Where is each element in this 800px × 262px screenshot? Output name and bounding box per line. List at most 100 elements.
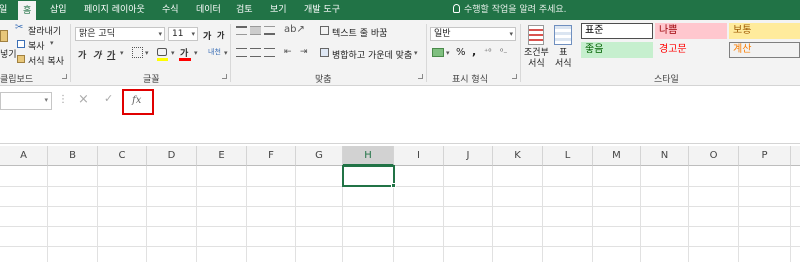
font-size-dropdown[interactable]: 11 ▾ (168, 27, 198, 41)
column-header-c[interactable]: C (98, 146, 147, 166)
active-cell[interactable] (342, 165, 396, 188)
chevron-down-icon[interactable]: ▾ (446, 49, 450, 57)
column-header-a[interactable]: A (0, 146, 48, 166)
conditional-formatting-icon[interactable] (528, 25, 544, 45)
underline-button[interactable]: 가 (107, 48, 115, 61)
percent-style-button[interactable]: % (456, 47, 466, 58)
format-as-table-icon[interactable] (554, 25, 572, 45)
font-launcher-icon[interactable] (222, 74, 227, 79)
style-normal[interactable]: 표준 (581, 23, 653, 39)
shrink-font-button[interactable]: 가 (217, 30, 224, 41)
column-header-h[interactable]: H (343, 146, 394, 166)
format-as-table-button[interactable]: 표 서식 (555, 48, 572, 70)
chevron-down-icon[interactable]: ▾ (145, 49, 149, 57)
tell-me-search[interactable]: 수행할 작업을 알려 주세요. (453, 0, 567, 20)
chevron-down-icon[interactable]: ▾ (171, 49, 175, 57)
borders-icon[interactable] (132, 47, 143, 58)
name-box[interactable]: ▾ (0, 92, 52, 110)
column-header-p[interactable]: P (739, 146, 791, 166)
style-calculation[interactable]: 계산 (729, 42, 800, 58)
align-middle-icon[interactable] (250, 26, 261, 35)
align-bottom-icon[interactable] (264, 26, 275, 35)
column-header-d[interactable]: D (147, 146, 197, 166)
column-gridline (738, 166, 739, 262)
column-header-e[interactable]: E (197, 146, 247, 166)
decrease-decimal-icon[interactable]: ⁰₋ (500, 47, 507, 56)
align-center-icon[interactable] (250, 48, 261, 57)
paste-icon[interactable] (0, 30, 8, 42)
column-header-m[interactable]: M (593, 146, 641, 166)
worksheet-grid[interactable]: A B C D E F G H I J K L M N O P (0, 146, 800, 262)
column-gridline (688, 166, 689, 262)
accounting-format-icon[interactable] (432, 48, 444, 57)
number-format-value: 일반 (434, 29, 451, 39)
align-right-icon[interactable] (264, 48, 275, 57)
formula-input[interactable] (158, 92, 800, 110)
tab-insert[interactable]: 삽입 (50, 0, 67, 20)
style-bad[interactable]: 나쁨 (655, 23, 727, 39)
tab-home[interactable]: 홈 (18, 1, 37, 20)
chevron-down-icon[interactable]: ▾ (50, 39, 54, 47)
alignment-launcher-icon[interactable] (418, 74, 423, 79)
conditional-formatting-button[interactable]: 조건부 서식 (524, 48, 549, 70)
comma-style-button[interactable]: , (472, 45, 476, 58)
chevron-down-icon[interactable]: ▾ (194, 49, 198, 57)
column-header-g[interactable]: G (296, 146, 343, 166)
fill-color-icon[interactable] (157, 48, 167, 56)
grow-font-button[interactable]: 가 (203, 29, 211, 42)
column-header-partial[interactable] (791, 146, 800, 166)
style-good[interactable]: 좋음 (581, 42, 653, 58)
align-left-icon[interactable] (236, 48, 247, 57)
column-header-b[interactable]: B (48, 146, 98, 166)
column-header-i[interactable]: I (394, 146, 444, 166)
chevron-down-icon[interactable]: ▾ (120, 49, 124, 57)
clipboard-launcher-icon[interactable] (62, 74, 67, 79)
fill-handle[interactable] (391, 183, 396, 188)
column-gridline (542, 166, 543, 262)
enter-icon[interactable]: ✓ (104, 92, 113, 105)
column-header-f[interactable]: F (247, 146, 296, 166)
column-header-o[interactable]: O (689, 146, 739, 166)
column-header-k[interactable]: K (493, 146, 543, 166)
number-format-dropdown[interactable]: 일반 ▾ (430, 27, 516, 41)
italic-button[interactable]: 가 (93, 48, 101, 61)
merge-center-icon[interactable] (320, 48, 329, 57)
tab-formulas[interactable]: 수식 (162, 0, 179, 20)
style-warning[interactable]: 경고문 (655, 42, 727, 58)
decrease-indent-icon[interactable]: ⇤ (284, 47, 292, 57)
tab-developer[interactable]: 개발 도구 (304, 0, 340, 20)
tab-view[interactable]: 보기 (270, 0, 287, 20)
formula-bar-splitter[interactable]: ⋮ (58, 94, 68, 105)
wrap-text-button[interactable]: 텍스트 줄 바꿈 (332, 26, 387, 39)
number-launcher-icon[interactable] (512, 74, 517, 79)
column-header-l[interactable]: L (543, 146, 593, 166)
format-painter-button[interactable]: 서식 복사 (28, 54, 64, 67)
chevron-down-icon[interactable]: ▾ (224, 49, 228, 57)
column-header-j[interactable]: J (444, 146, 493, 166)
merge-center-button[interactable]: 병합하고 가운데 맞춤 (332, 48, 412, 61)
chevron-down-icon[interactable]: ▾ (414, 49, 418, 57)
bold-button[interactable]: 가 (78, 48, 86, 61)
increase-decimal-icon[interactable]: ⁺⁰ (484, 47, 491, 56)
increase-indent-icon[interactable]: ⇥ (300, 47, 308, 57)
column-gridline (295, 166, 296, 262)
style-neutral[interactable]: 보통 (729, 23, 800, 39)
tab-data[interactable]: 데이터 (196, 0, 221, 20)
paste-label[interactable]: 넣기 (0, 47, 17, 60)
format-painter-icon[interactable] (17, 55, 25, 63)
orientation-icon[interactable]: ab↗ (284, 24, 305, 35)
copy-button[interactable]: 복사 (28, 39, 45, 52)
wrap-text-icon[interactable] (320, 26, 329, 35)
cancel-icon[interactable]: × (78, 92, 89, 107)
tab-review[interactable]: 검토 (236, 0, 253, 20)
tab-file[interactable]: 일 (0, 0, 7, 20)
phonetic-guide-button[interactable]: 내천 (208, 47, 221, 57)
scissors-icon[interactable]: ✂ (15, 22, 23, 33)
font-name-dropdown[interactable]: 맑은 고딕 ▾ (75, 27, 165, 41)
copy-icon[interactable] (17, 40, 25, 48)
cut-button[interactable]: 잘라내기 (28, 24, 61, 37)
tab-page-layout[interactable]: 페이지 레이아웃 (84, 0, 145, 20)
align-top-icon[interactable] (236, 26, 247, 35)
insert-function-button[interactable]: fx (122, 89, 154, 115)
column-header-n[interactable]: N (641, 146, 689, 166)
